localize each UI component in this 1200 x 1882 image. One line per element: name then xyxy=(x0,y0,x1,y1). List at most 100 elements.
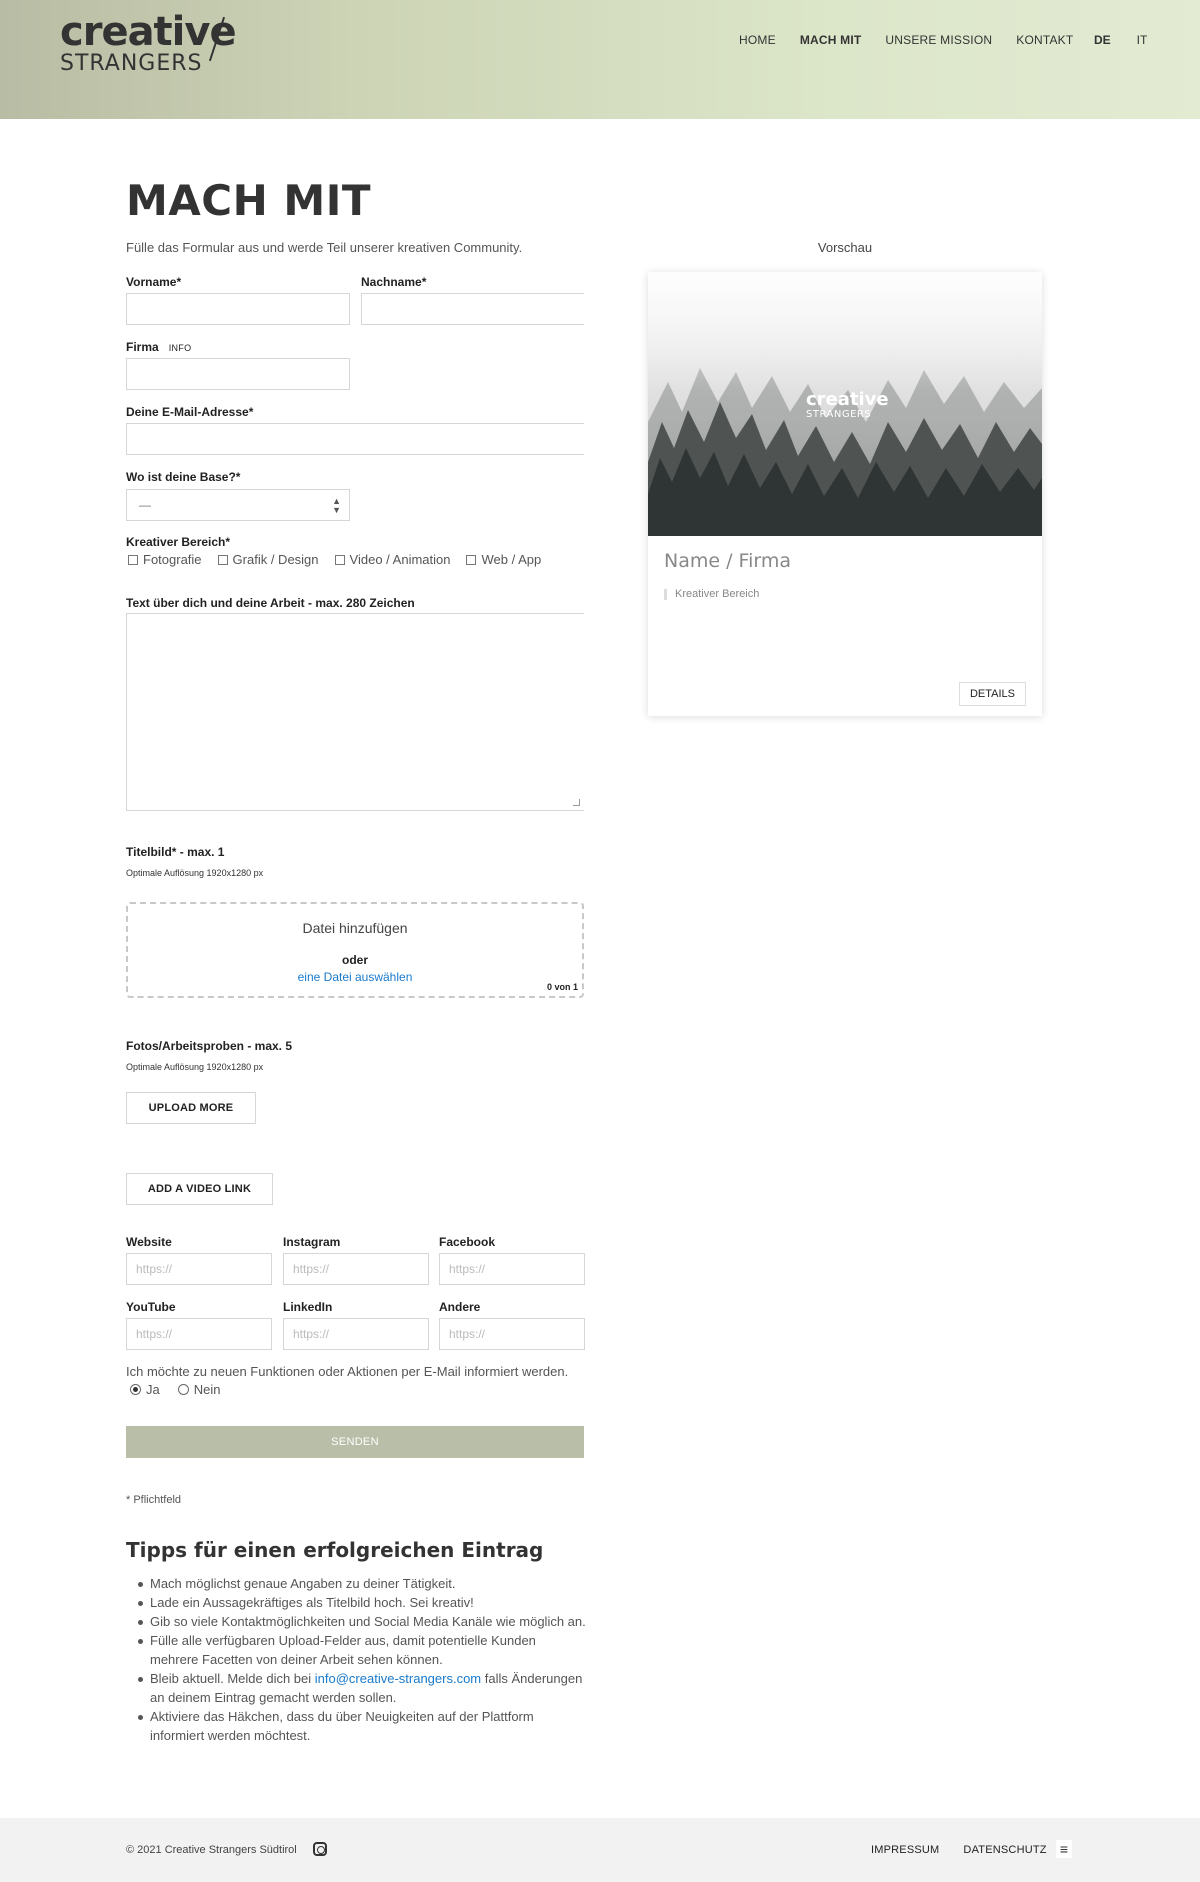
facebook-input[interactable]: https:// xyxy=(439,1253,585,1285)
youtube-label: YouTube xyxy=(126,1300,176,1314)
email-link[interactable]: info@creative-strangers.com xyxy=(315,1671,481,1686)
resize-grip-icon[interactable] xyxy=(573,799,580,806)
nav-unsere-mission[interactable]: UNSERE MISSION xyxy=(885,32,992,48)
send-button[interactable]: SENDEN xyxy=(126,1426,584,1458)
youtube-input[interactable]: https:// xyxy=(126,1318,272,1350)
site-footer: © 2021 Creative Strangers Südtirol IMPRE… xyxy=(0,1818,1200,1882)
preview-logo: creative STRANGERS xyxy=(806,389,889,426)
updown-arrows-icon: ▲ ▼ xyxy=(332,496,341,515)
firma-label-text: Firma xyxy=(126,340,159,354)
nav-mach-mit[interactable]: MACH MIT xyxy=(800,32,862,48)
nav-home[interactable]: HOME xyxy=(739,32,776,48)
instagram-icon[interactable] xyxy=(313,1842,327,1856)
vorname-input[interactable] xyxy=(126,293,350,325)
checkbox-web-app[interactable]: Web / App xyxy=(466,552,541,567)
titelbild-dropzone[interactable]: Datei hinzufügen oder eine Datei auswähl… xyxy=(126,902,584,998)
fotos-resolution: Optimale Auflösung 1920x1280 px xyxy=(126,1062,264,1072)
checkbox-grafik-design[interactable]: Grafik / Design xyxy=(217,552,319,567)
fotos-label: Fotos/Arbeitsproben - max. 5 xyxy=(126,1039,293,1053)
nav-kontakt[interactable]: KONTAKT xyxy=(1016,32,1073,48)
radio-nein[interactable]: Nein xyxy=(177,1382,221,1397)
tip-text: Bleib aktuell. Melde dich bei xyxy=(150,1671,315,1686)
copyright: © 2021 Creative Strangers Südtirol xyxy=(126,1844,297,1856)
base-select-value: — xyxy=(139,498,151,512)
andere-input[interactable]: https:// xyxy=(439,1318,585,1350)
preview-label: Vorschau xyxy=(817,240,873,255)
website-input[interactable]: https:// xyxy=(126,1253,272,1285)
checkbox-video-animation[interactable]: Video / Animation xyxy=(334,552,451,567)
linkedin-label: LinkedIn xyxy=(283,1300,333,1314)
dropzone-add-text: Datei hinzufügen xyxy=(302,920,408,936)
titelbild-label: Titelbild* - max. 1 xyxy=(126,845,225,859)
instagram-label: Instagram xyxy=(283,1235,341,1249)
site-header: creative STRANGERS HOME MACH MIT UNSERE … xyxy=(0,0,1200,119)
main-nav: HOME MACH MIT UNSERE MISSION KONTAKT xyxy=(739,32,1097,48)
checkbox-web-app-label: Web / App xyxy=(481,552,542,567)
tip-item: Aktiviere das Häkchen, dass du über Neui… xyxy=(126,1707,586,1745)
upload-more-button[interactable]: UPLOAD MORE xyxy=(126,1092,256,1124)
checkbox-grafik-design-label: Grafik / Design xyxy=(232,552,319,567)
lang-it[interactable]: IT xyxy=(1137,32,1148,48)
dropzone-or-text: oder xyxy=(341,953,368,967)
agency-logo-icon[interactable]: ≡ xyxy=(1056,1840,1072,1858)
radio-checked-icon[interactable] xyxy=(130,1384,141,1395)
add-video-link-button[interactable]: ADD A VIDEO LINK xyxy=(126,1173,273,1205)
firma-info[interactable]: INFO xyxy=(169,343,192,353)
checkbox-fotografie-label: Fotografie xyxy=(143,552,202,567)
dropzone-count: 0 von 1 xyxy=(546,982,578,992)
newsletter-radios: Ja Nein xyxy=(130,1382,238,1397)
preview-card: creative STRANGERS Name / Firma Kreative… xyxy=(648,272,1042,716)
site-logo[interactable]: creative STRANGERS xyxy=(60,10,237,76)
checkbox-icon[interactable] xyxy=(466,554,477,565)
titelbild-resolution: Optimale Auflösung 1920x1280 px xyxy=(126,868,264,878)
tip-item: Fülle alle verfügbaren Upload-Felder aus… xyxy=(126,1631,586,1669)
tip-item: Lade ein Aussagekräftiges als Titelbild … xyxy=(126,1593,586,1612)
checkbox-icon[interactable] xyxy=(128,554,138,565)
required-note: * Pflichtfeld xyxy=(126,1494,182,1506)
footer-datenschutz[interactable]: DATENSCHUTZ xyxy=(963,1844,1046,1856)
radio-nein-label: Nein xyxy=(193,1382,221,1397)
email-label: Deine E-Mail-Adresse* xyxy=(126,405,254,419)
preview-logo-top: creative xyxy=(806,389,889,410)
radio-icon[interactable] xyxy=(177,1384,189,1395)
vorname-label: Vorname* xyxy=(126,275,182,289)
page-intro: Fülle das Formular aus und werde Teil un… xyxy=(126,240,523,255)
footer-impressum[interactable]: IMPRESSUM xyxy=(871,1844,939,1856)
newsletter-question: Ich möchte zu neuen Funktionen oder Akti… xyxy=(126,1364,569,1379)
nachname-label: Nachname* xyxy=(361,275,427,289)
tips-title: Tipps für einen erfolgreichen Eintrag xyxy=(126,1538,544,1562)
nachname-input[interactable] xyxy=(361,293,584,325)
radio-ja[interactable]: Ja xyxy=(130,1382,160,1397)
firma-input[interactable] xyxy=(126,358,350,390)
language-switch: DE IT xyxy=(1094,32,1173,48)
preview-category: Kreativer Bereich xyxy=(664,588,759,600)
andere-label: Andere xyxy=(439,1300,481,1314)
logo-top-text: creative xyxy=(60,9,237,55)
tip-item: Mach möglichst genaue Angaben zu deiner … xyxy=(126,1574,586,1593)
text-label: Text über dich und deine Arbeit - max. 2… xyxy=(126,596,415,610)
website-label: Website xyxy=(126,1235,172,1249)
dropzone-choose-link[interactable]: eine Datei auswählen xyxy=(128,970,582,984)
linkedin-input[interactable]: https:// xyxy=(283,1318,429,1350)
email-input[interactable] xyxy=(126,423,584,455)
tip-item: Gib so viele Kontaktmöglichkeiten und So… xyxy=(126,1612,586,1631)
facebook-label: Facebook xyxy=(439,1235,496,1249)
preview-logo-bottom: STRANGERS xyxy=(806,409,872,420)
page-title: MACH MIT xyxy=(126,176,371,225)
base-select[interactable]: — ▲ ▼ xyxy=(126,489,350,521)
details-button[interactable]: DETAILS xyxy=(959,682,1026,706)
logo-bottom-text: STRANGERS xyxy=(60,51,203,76)
bereich-label: Kreativer Bereich* xyxy=(126,535,231,549)
firma-label: Firma INFO xyxy=(126,340,191,354)
about-textarea[interactable] xyxy=(126,613,584,811)
checkbox-fotografie[interactable]: Fotografie xyxy=(128,552,202,567)
checkbox-icon[interactable] xyxy=(334,554,345,565)
checkbox-video-animation-label: Video / Animation xyxy=(349,552,451,567)
radio-ja-label: Ja xyxy=(146,1382,160,1397)
base-label: Wo ist deine Base?* xyxy=(126,470,241,484)
footer-links: IMPRESSUM DATENSCHUTZ xyxy=(871,1844,1071,1856)
checkbox-icon[interactable] xyxy=(217,554,228,565)
instagram-input[interactable]: https:// xyxy=(283,1253,429,1285)
preview-name: Name / Firma xyxy=(664,550,791,572)
lang-de[interactable]: DE xyxy=(1094,32,1111,48)
